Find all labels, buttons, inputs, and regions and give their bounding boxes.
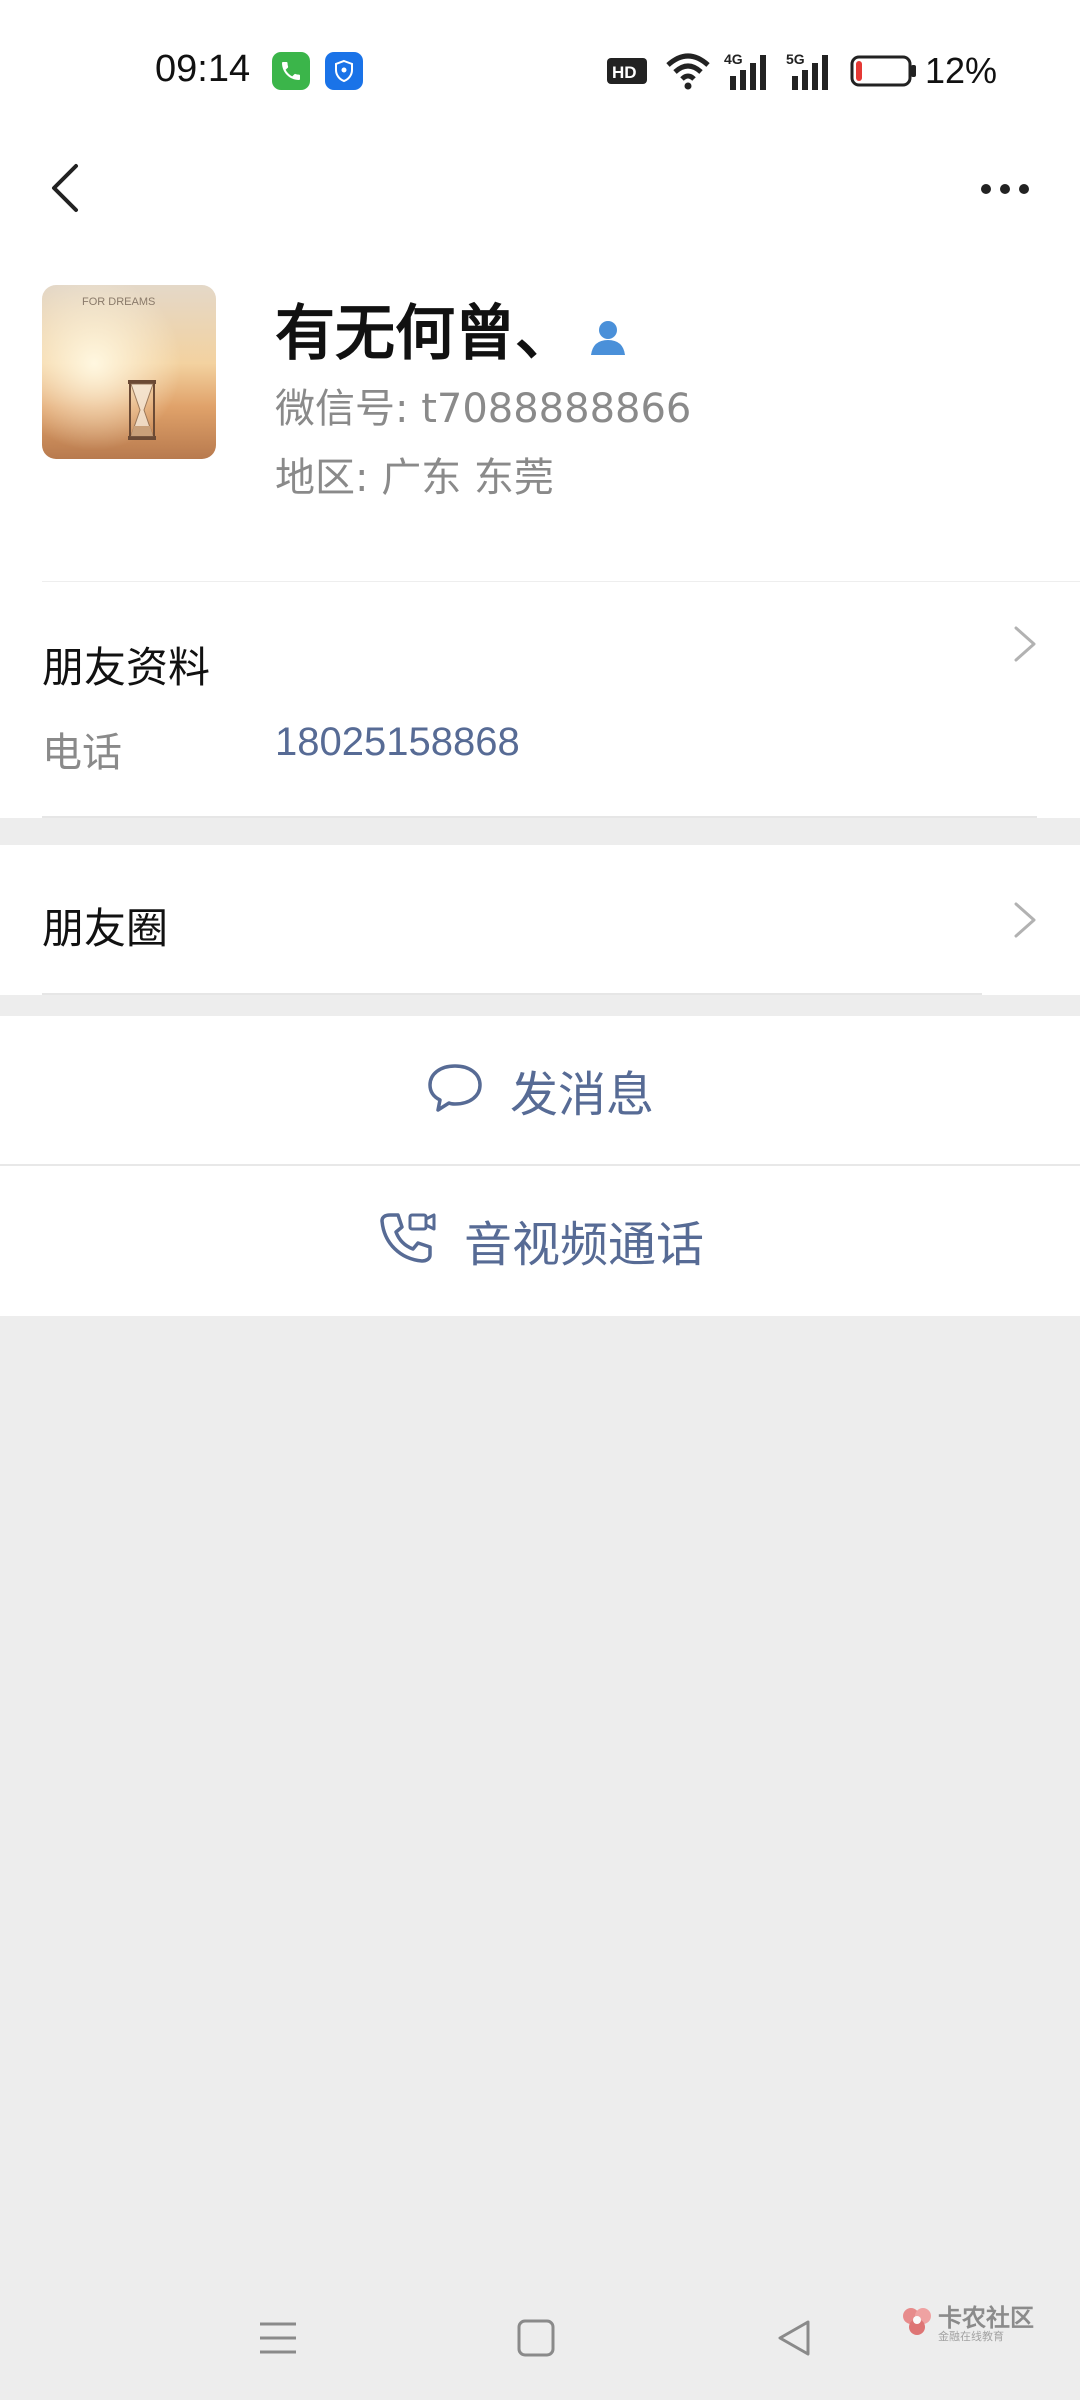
contact-person-icon (585, 306, 631, 355)
hd-icon: HD (606, 50, 648, 92)
status-bar: 09:14 HD 4G 5G 12% (0, 0, 1080, 140)
menu-icon (258, 2318, 298, 2362)
home-square-icon (516, 2318, 556, 2362)
watermark-title: 卡农社区 (938, 2304, 1034, 2332)
back-button[interactable] (30, 150, 100, 230)
phone-app-icon (272, 52, 310, 90)
region: 地区: 广东 东莞 (275, 455, 554, 501)
home-nav-button[interactable] (506, 2310, 566, 2370)
svg-text:FOR DREAMS: FOR DREAMS (82, 296, 155, 308)
svg-text:4G: 4G (724, 51, 743, 67)
wechat-id: 微信号: t7088888866 (275, 386, 692, 432)
svg-text:5G: 5G (786, 51, 805, 67)
phone-video-icon (376, 1209, 438, 1271)
video-call-button[interactable]: 音视频通话 (0, 1166, 1080, 1314)
phone-label: 电话 (42, 730, 122, 776)
send-message-label: 发消息 (509, 1067, 654, 1123)
avatar[interactable]: FOR DREAMS (42, 285, 216, 459)
phone-number-link[interactable]: 18025158868 (275, 720, 520, 765)
friend-info-title: 朋友资料 (42, 643, 211, 692)
chat-bubble-icon (426, 1062, 484, 1118)
signal-4g-icon: 4G (724, 50, 774, 92)
svg-text:HD: HD (612, 63, 637, 82)
divider (42, 816, 1037, 818)
nickname: 有无何曾、 (275, 285, 631, 372)
menu-nav-button[interactable] (248, 2310, 308, 2370)
shield-app-icon (325, 52, 363, 90)
friend-info-section[interactable]: 朋友资料 电话 18025158868 (0, 582, 1080, 818)
chevron-right-icon (1014, 626, 1036, 662)
back-nav-button[interactable] (764, 2310, 824, 2370)
battery-percent: 12% (925, 50, 998, 91)
divider (42, 993, 982, 995)
moments-row[interactable]: 朋友圈 (0, 845, 1080, 995)
more-dots-icon (979, 181, 1031, 200)
chevron-left-icon (50, 162, 80, 218)
signal-5g-icon: 5G (786, 50, 836, 92)
chevron-right-icon (1014, 902, 1036, 938)
actions-panel: 发消息 音视频通话 (0, 1016, 1080, 1316)
send-message-button[interactable]: 发消息 (0, 1016, 1080, 1164)
watermark-logo-icon (900, 2305, 934, 2343)
battery-icon (850, 50, 918, 92)
watermark: 卡农社区 金融在线教育 (900, 2305, 1034, 2343)
wifi-icon (664, 50, 712, 92)
watermark-subtitle: 金融在线教育 (938, 2330, 1004, 2344)
back-triangle-icon (774, 2318, 814, 2362)
moments-title: 朋友圈 (42, 904, 169, 953)
more-button[interactable] (970, 160, 1040, 220)
nickname-text: 有无何曾、 (275, 299, 575, 369)
video-call-label: 音视频通话 (463, 1217, 704, 1273)
profile-header: FOR DREAMS 有无何曾、 微信号: t7088888866 地区: 广东… (0, 140, 1080, 640)
status-time: 09:14 (155, 48, 251, 90)
